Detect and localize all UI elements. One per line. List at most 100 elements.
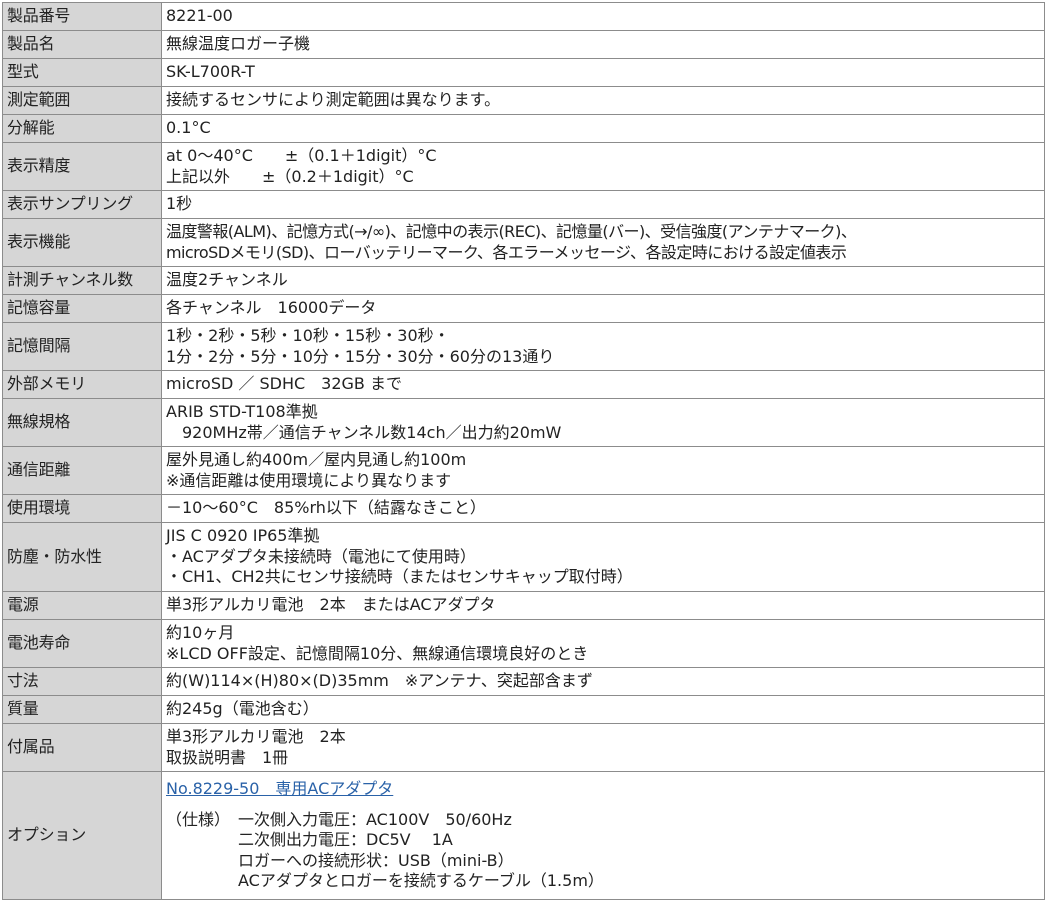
spec-row-measurement-range: 測定範囲 接続するセンサにより測定範囲は異なります。: [2, 86, 1045, 115]
spec-row-memory-interval: 記憶間隔 1秒・2秒・5秒・10秒・15秒・30秒・ 1分・2分・5分・10分・…: [2, 322, 1045, 371]
value-line: 屋外見通し約400m／屋内見通し約100m: [166, 450, 467, 469]
row-label: 通信距離: [2, 446, 162, 495]
row-label: 測定範囲: [2, 86, 162, 115]
option-spec-list: 一次側入力電圧：AC100V 50/60Hz 二次側出力電圧：DC5V 1A ロ…: [238, 810, 1040, 892]
row-value: 0.1°C: [161, 114, 1045, 143]
row-value: SK-L700R-T: [161, 58, 1045, 87]
value-line: 各チャンネル 16000データ: [166, 298, 377, 318]
row-label: 製品番号: [2, 2, 162, 31]
value-line: 約(W)114×(H)80×(D)35mm ※アンテナ、突起部含まず: [166, 671, 593, 691]
row-value: 1秒: [161, 190, 1045, 219]
row-label: 製品名: [2, 30, 162, 59]
value-line: 920MHz帯／通信チャンネル数14ch／出力約20mW: [166, 422, 562, 442]
row-value: 温度警報(ALM)、記憶方式(→/∞)、記憶中の表示(REC)、記憶量(バー)、…: [161, 218, 1045, 267]
row-value: 8221-00: [161, 2, 1045, 31]
spec-row-battery-life: 電池寿命 約10ヶ月 ※LCD OFF設定、記憶間隔10分、無線通信環境良好のと…: [2, 619, 1045, 668]
row-value: at 0～40°C ±（0.1＋1digit）°C 上記以外 ±（0.2＋1di…: [161, 142, 1045, 191]
value-line: 1秒・2秒・5秒・10秒・15秒・30秒・: [166, 326, 450, 345]
row-label: 質量: [2, 695, 162, 724]
row-value: 温度2チャンネル: [161, 266, 1045, 295]
spec-row-communication-range: 通信距離 屋外見通し約400m／屋内見通し約100m ※通信距離は使用環境により…: [2, 446, 1045, 495]
row-value: 単3形アルカリ電池 2本 取扱説明書 1冊: [161, 723, 1045, 772]
row-value: microSD ／ SDHC 32GB まで: [161, 370, 1045, 399]
value-line: 上記以外 ±（0.2＋1digit）°C: [166, 166, 414, 186]
row-value: No.8229-50 専用ACアダプタ （仕様） 一次側入力電圧：AC100V …: [161, 771, 1045, 900]
value-line: JIS C 0920 IP65準拠: [166, 526, 320, 546]
spec-table: 製品番号 8221-00 製品名 無線温度ロガー子機 型式 SK-L700R-T…: [2, 2, 1045, 900]
spec-row-display-sampling: 表示サンプリング 1秒: [2, 190, 1045, 219]
row-value: JIS C 0920 IP65準拠 ・ACアダプタ未接続時（電池にて使用時） ・…: [161, 522, 1045, 592]
option-spec: （仕様） 一次側入力電圧：AC100V 50/60Hz 二次側出力電圧：DC5V…: [166, 810, 1040, 892]
row-label: 表示サンプリング: [2, 190, 162, 219]
value-line: 0.1°C: [166, 118, 211, 138]
row-label: 無線規格: [2, 398, 162, 447]
row-label: 分解能: [2, 114, 162, 143]
value-line: 約10ヶ月: [166, 623, 235, 642]
row-label: 表示機能: [2, 218, 162, 267]
value-line: microSD ／ SDHC 32GB まで: [166, 374, 402, 394]
row-value: 約(W)114×(H)80×(D)35mm ※アンテナ、突起部含まず: [161, 667, 1045, 696]
value-line: 単3形アルカリ電池 2本 またはACアダプタ: [166, 595, 496, 615]
row-value: 各チャンネル 16000データ: [161, 294, 1045, 323]
value-line: ※LCD OFF設定、記憶間隔10分、無線通信環境良好のとき: [166, 643, 589, 663]
spec-row-accessories: 付属品 単3形アルカリ電池 2本 取扱説明書 1冊: [2, 723, 1045, 772]
value-line: ・CH1、CH2共にセンサ接続時（またはセンサキャップ取付時）: [166, 567, 633, 587]
row-label: 防塵・防水性: [2, 522, 162, 592]
value-line: 温度2チャンネル: [166, 270, 288, 290]
row-label: 表示精度: [2, 142, 162, 191]
value-line: 約245g（電池含む）: [166, 699, 319, 719]
spec-row-options: オプション No.8229-50 専用ACアダプタ （仕様） 一次側入力電圧：A…: [2, 771, 1045, 900]
value-line: ARIB STD-T108準拠: [166, 402, 318, 421]
row-value: 単3形アルカリ電池 2本 またはACアダプタ: [161, 591, 1045, 620]
value-line: 1分・2分・5分・10分・15分・30分・60分の13通り: [166, 346, 555, 366]
spec-row-waterproof: 防塵・防水性 JIS C 0920 IP65準拠 ・ACアダプタ未接続時（電池に…: [2, 522, 1045, 592]
value-line: －10～60°C 85%rh以下（結露なきこと）: [166, 498, 486, 518]
row-value: 約10ヶ月 ※LCD OFF設定、記憶間隔10分、無線通信環境良好のとき: [161, 619, 1045, 668]
row-label: 電池寿命: [2, 619, 162, 668]
option-spec-line: ACアダプタとロガーを接続するケーブル（1.5m）: [238, 871, 604, 891]
row-value: ARIB STD-T108準拠 920MHz帯／通信チャンネル数14ch／出力約…: [161, 398, 1045, 447]
value-line: 1秒: [166, 194, 193, 214]
spec-row-power: 電源 単3形アルカリ電池 2本 またはACアダプタ: [2, 591, 1045, 620]
value-line: 単3形アルカリ電池 2本: [166, 727, 346, 746]
row-value: 屋外見通し約400m／屋内見通し約100m ※通信距離は使用環境により異なります: [161, 446, 1045, 495]
row-value: 接続するセンサにより測定範囲は異なります。: [161, 86, 1045, 115]
spec-row-product-name: 製品名 無線温度ロガー子機: [2, 30, 1045, 59]
spec-row-external-memory: 外部メモリ microSD ／ SDHC 32GB まで: [2, 370, 1045, 399]
row-label: 電源: [2, 591, 162, 620]
spec-row-resolution: 分解能 0.1°C: [2, 114, 1045, 143]
value-line: at 0～40°C ±（0.1＋1digit）°C: [166, 146, 437, 165]
value-line: 無線温度ロガー子機: [166, 34, 311, 54]
value-line: microSDメモリ(SD)、ローバッテリーマーク、各エラーメッセージ、各設定時…: [166, 242, 847, 262]
option-spec-head: （仕様）: [166, 809, 231, 829]
row-label: 計測チャンネル数: [2, 266, 162, 295]
row-value: 約245g（電池含む）: [161, 695, 1045, 724]
row-value: －10～60°C 85%rh以下（結露なきこと）: [161, 494, 1045, 523]
value-line: 8221-00: [166, 6, 233, 26]
spec-row-environment: 使用環境 －10～60°C 85%rh以下（結露なきこと）: [2, 494, 1045, 523]
spec-row-model: 型式 SK-L700R-T: [2, 58, 1045, 87]
spec-row-wireless-standard: 無線規格 ARIB STD-T108準拠 920MHz帯／通信チャンネル数14c…: [2, 398, 1045, 447]
value-line: 取扱説明書 1冊: [166, 747, 289, 767]
spec-row-display-functions: 表示機能 温度警報(ALM)、記憶方式(→/∞)、記憶中の表示(REC)、記憶量…: [2, 218, 1045, 267]
spec-row-dimensions: 寸法 約(W)114×(H)80×(D)35mm ※アンテナ、突起部含まず: [2, 667, 1045, 696]
row-label: 外部メモリ: [2, 370, 162, 399]
spec-row-weight: 質量 約245g（電池含む）: [2, 695, 1045, 724]
spec-table-body: 製品番号 8221-00 製品名 無線温度ロガー子機 型式 SK-L700R-T…: [2, 2, 1045, 900]
row-label: 使用環境: [2, 494, 162, 523]
row-label: 寸法: [2, 667, 162, 696]
option-spec-line: ロガーへの接続形状：USB（mini-B）: [238, 850, 514, 870]
row-label: 付属品: [2, 723, 162, 772]
row-label: 型式: [2, 58, 162, 87]
row-label: オプション: [2, 771, 162, 900]
value-line: ※通信距離は使用環境により異なります: [166, 470, 452, 490]
spec-row-channels: 計測チャンネル数 温度2チャンネル: [2, 266, 1045, 295]
option-product-link[interactable]: No.8229-50 専用ACアダプタ: [166, 779, 393, 800]
value-line: SK-L700R-T: [166, 62, 255, 82]
row-label: 記憶容量: [2, 294, 162, 323]
row-value: 無線温度ロガー子機: [161, 30, 1045, 59]
row-value: 1秒・2秒・5秒・10秒・15秒・30秒・ 1分・2分・5分・10分・15分・3…: [161, 322, 1045, 371]
row-label: 記憶間隔: [2, 322, 162, 371]
option-spec-line: 一次側入力電圧：AC100V 50/60Hz: [238, 809, 512, 829]
spec-row-display-accuracy: 表示精度 at 0～40°C ±（0.1＋1digit）°C 上記以外 ±（0.…: [2, 142, 1045, 191]
